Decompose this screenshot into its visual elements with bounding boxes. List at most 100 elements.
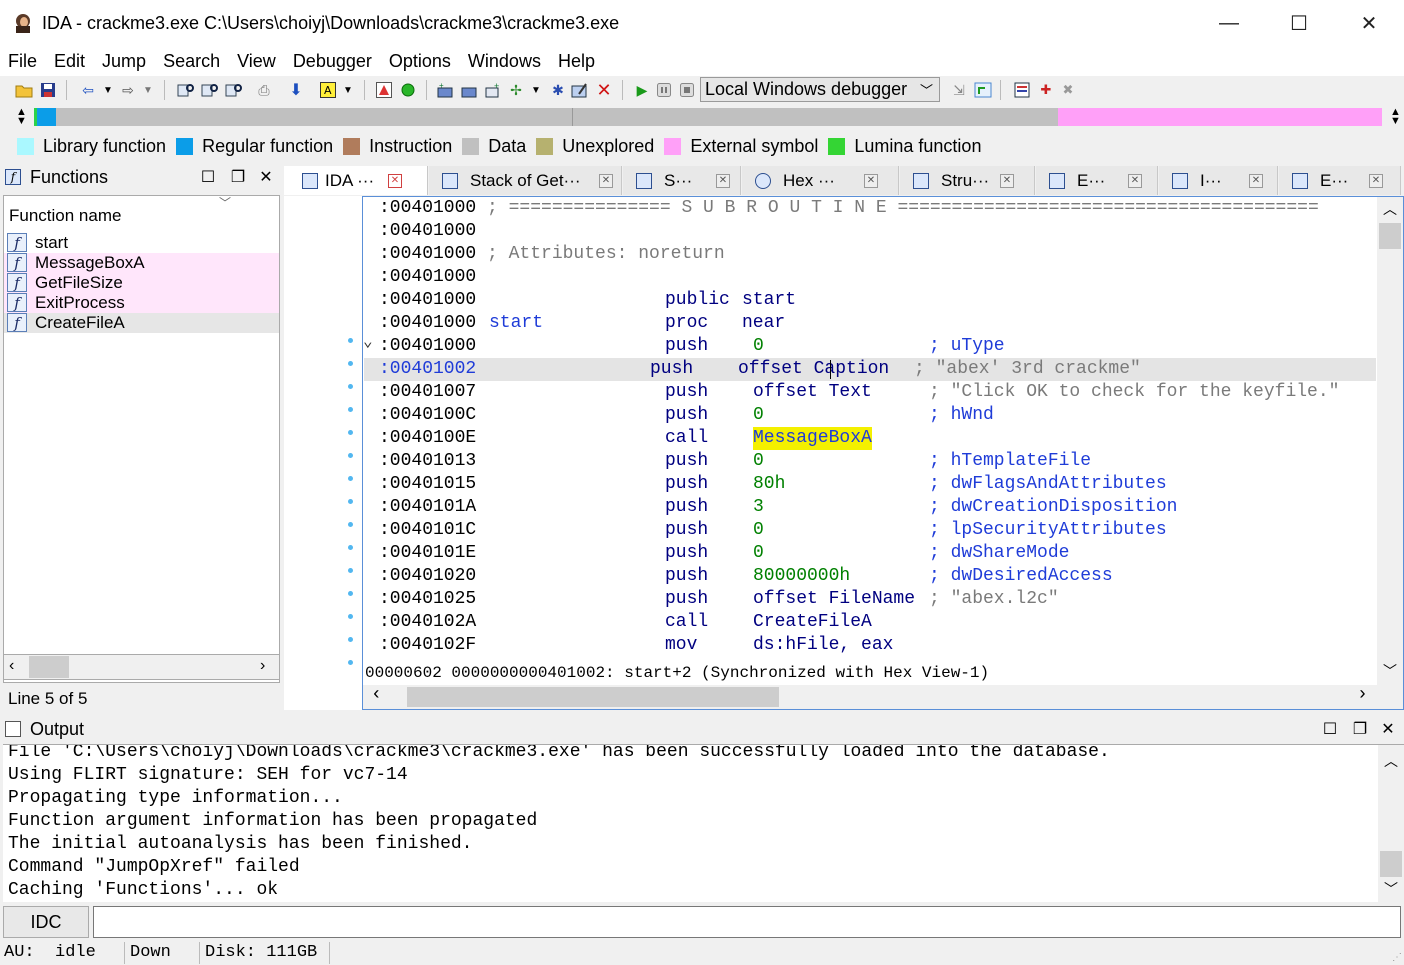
scroll-up-icon[interactable]: ︿ <box>1383 199 1397 219</box>
forward-dropdown-icon[interactable]: ▼ <box>138 80 158 100</box>
pause-icon[interactable] <box>654 80 674 100</box>
disasm-line[interactable]: :00401007 push offset Text ; "Click OK to c… <box>379 381 1379 404</box>
delete-breakpoint-icon[interactable]: ✖ <box>1058 80 1078 100</box>
tab-close-icon[interactable]: ✕ <box>599 174 613 188</box>
function-row[interactable]: f MessageBoxA <box>4 253 279 273</box>
disasm-line[interactable]: :00401025 push offset FileName ; "abex.l2c" <box>379 588 1379 611</box>
functions-horizontal-scrollbar[interactable]: ‹ › <box>3 654 280 680</box>
disasm-operand[interactable]: near <box>742 312 785 335</box>
output-vertical-scrollbar[interactable]: ︿ ﹀ <box>1378 745 1404 902</box>
undefine-icon[interactable]: ✕ <box>594 80 614 100</box>
disasm-operand[interactable]: 0 <box>753 542 764 565</box>
float-panel-icon[interactable]: ❐ <box>228 168 248 188</box>
disasm-operand[interactable]: start <box>742 289 796 312</box>
save-icon[interactable] <box>38 80 58 100</box>
disasm-line[interactable]: :00401000 ; Attributes: noreturn <box>379 243 1379 266</box>
scroll-thumb[interactable] <box>407 687 779 707</box>
close-panel-icon[interactable]: ✕ <box>256 168 276 188</box>
disasm-line[interactable]: :00401013 push 0 ; hTemplateFile <box>379 450 1379 473</box>
disasm-operand[interactable]: offset FileName <box>753 588 915 611</box>
menu-options[interactable]: Options <box>381 48 460 76</box>
binary-search-icon[interactable] <box>176 80 196 100</box>
disasm-operand[interactable]: 0 <box>753 519 764 542</box>
rename-icon[interactable] <box>570 80 590 100</box>
sort-chevron-icon[interactable]: ﹀ <box>219 194 231 211</box>
make-code-icon[interactable]: + <box>436 80 456 100</box>
tab-close-icon[interactable]: ✕ <box>1128 174 1142 188</box>
disasm-line[interactable]: :00401000 public start <box>379 289 1379 312</box>
menu-file[interactable]: File <box>0 48 46 76</box>
make-string-icon[interactable]: + <box>484 80 504 100</box>
tab-ida-view[interactable]: IDA ··· ✕ <box>284 166 428 195</box>
disasm-operand[interactable]: 0 <box>753 335 764 358</box>
scroll-right-icon[interactable]: › <box>1357 685 1368 705</box>
disasm-line[interactable]: :0040100C push 0 ; hWnd <box>379 404 1379 427</box>
disasm-line[interactable]: :00401015 push 80h ; dwFlagsAndAttributes <box>379 473 1379 496</box>
make-data-icon[interactable] <box>460 80 480 100</box>
menu-debugger[interactable]: Debugger <box>285 48 381 76</box>
navigation-strip[interactable] <box>34 108 1382 126</box>
disasm-line[interactable]: :0040101C push 0 ; lpSecurityAttributes <box>379 519 1379 542</box>
text-search-icon[interactable] <box>200 80 220 100</box>
tab-exports[interactable]: E··· ✕ <box>1279 166 1401 195</box>
menu-windows[interactable]: Windows <box>460 48 550 76</box>
jump-down-icon[interactable]: ⬇ <box>286 80 306 100</box>
minimize-button[interactable]: — <box>1194 0 1264 46</box>
collapse-chevron-icon[interactable]: ⌄ <box>363 331 373 351</box>
function-row[interactable]: f start <box>4 233 279 253</box>
menu-jump[interactable]: Jump <box>94 48 155 76</box>
disasm-label[interactable]: start <box>489 312 543 335</box>
graph-icon[interactable] <box>374 80 394 100</box>
scroll-thumb[interactable] <box>1379 223 1401 249</box>
function-name-column-header[interactable]: Function name <box>9 206 121 226</box>
disasm-line[interactable]: :0040100E call MessageBoxA <box>379 427 1379 450</box>
menu-search[interactable]: Search <box>155 48 229 76</box>
disasm-operand[interactable]: 80h <box>753 473 785 496</box>
disasm-line[interactable]: :00401000 ; =============== S U B R O U … <box>379 197 1379 220</box>
menu-view[interactable]: View <box>229 48 285 76</box>
maximize-panel-icon[interactable]: ☐ <box>1320 720 1340 740</box>
command-language-button[interactable]: IDC <box>3 906 89 938</box>
disasm-line[interactable]: :00401000 push 0 ; uType <box>379 335 1379 358</box>
stop-icon[interactable] <box>677 80 697 100</box>
step-into-icon[interactable]: ⇲ <box>949 80 969 100</box>
function-row[interactable]: f ExitProcess <box>4 293 279 313</box>
back-arrow-icon[interactable]: ⇦ <box>78 80 98 100</box>
tab-close-icon[interactable]: ✕ <box>716 174 730 188</box>
disasm-operand[interactable]: 3 <box>753 496 764 519</box>
maximize-panel-icon[interactable]: ☐ <box>198 168 218 188</box>
back-dropdown-icon[interactable]: ▼ <box>98 80 118 100</box>
disasm-operand[interactable]: MessageBoxA <box>753 427 872 450</box>
resize-grip-icon[interactable]: ⋰ <box>1392 952 1402 964</box>
scroll-right-icon[interactable]: › <box>260 657 265 675</box>
disassembly-vertical-scrollbar[interactable]: ︿ ﹀ <box>1377 197 1403 685</box>
tab-close-icon[interactable]: ✕ <box>864 174 878 188</box>
disasm-line[interactable]: :00401000 start proc near <box>379 312 1379 335</box>
disasm-line[interactable]: :00401002 push offset Caption ; "abex' 3rd … <box>364 358 1376 381</box>
disasm-operand[interactable]: 80000000h <box>753 565 850 588</box>
xref-icon[interactable]: ✢ <box>506 80 526 100</box>
scroll-left-icon[interactable]: ‹ <box>371 685 382 705</box>
nav-right-arrow-icon[interactable]: ▲ ▼ <box>1390 107 1401 127</box>
start-debugger-icon[interactable]: ▶ <box>632 80 652 100</box>
text-color-dropdown-icon[interactable]: ▼ <box>338 80 358 100</box>
disasm-operand[interactable]: CreateFileA <box>753 611 872 634</box>
close-panel-icon[interactable]: ✕ <box>1378 720 1398 740</box>
scroll-down-icon[interactable]: ﹀ <box>1384 879 1398 899</box>
disasm-operand[interactable]: offset Text <box>753 381 872 404</box>
command-input[interactable] <box>93 906 1401 938</box>
disasm-line[interactable]: :0040102F mov ds:hFile, eax <box>379 634 1379 657</box>
disasm-line[interactable]: :00401020 push 80000000h ; dwDesiredAccess <box>379 565 1379 588</box>
scroll-thumb[interactable] <box>29 656 69 678</box>
disasm-operand[interactable]: ds:hFile, eax <box>753 634 893 657</box>
step-over-icon[interactable] <box>973 80 993 100</box>
scroll-thumb[interactable] <box>1380 851 1402 877</box>
tab-close-icon[interactable]: ✕ <box>1249 174 1263 188</box>
disasm-line[interactable]: :00401000 <box>379 220 1379 243</box>
tab-close-icon[interactable]: ✕ <box>1369 174 1383 188</box>
float-panel-icon[interactable]: ❐ <box>1350 720 1370 740</box>
menu-edit[interactable]: Edit <box>46 48 94 76</box>
scroll-down-icon[interactable]: ﹀ <box>1383 661 1397 681</box>
disasm-line[interactable]: :00401000 <box>379 266 1379 289</box>
tab-structures[interactable]: Stru··· ✕ <box>900 166 1035 195</box>
